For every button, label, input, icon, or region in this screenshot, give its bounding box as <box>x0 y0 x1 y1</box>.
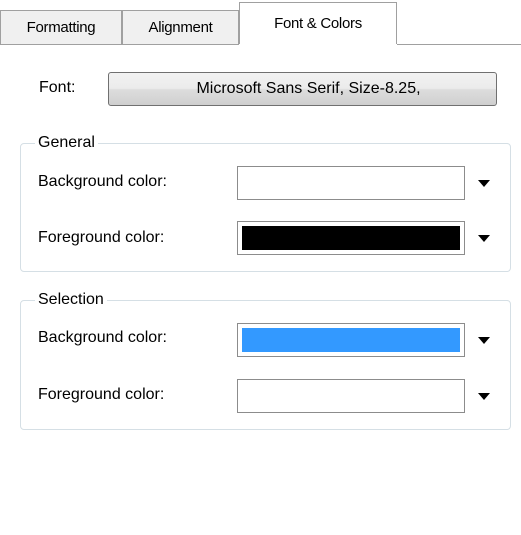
general-group: General Background color: Foreground col… <box>20 133 511 272</box>
general-foreground-color-combo[interactable] <box>237 221 502 255</box>
selection-foreground-color-label: Foreground color: <box>38 386 165 403</box>
tab-font-and-colors[interactable]: Font & Colors <box>239 2 397 45</box>
tab-formatting[interactable]: Formatting <box>0 10 122 44</box>
general-background-color-combo[interactable] <box>237 166 502 200</box>
chevron-down-icon[interactable] <box>471 221 497 255</box>
chevron-down-icon[interactable] <box>471 166 497 200</box>
tab-strip: Formatting Alignment Font & Colors <box>0 0 521 45</box>
selection-foreground-color-swatch <box>242 384 460 408</box>
general-foreground-color-swatch <box>242 226 460 250</box>
general-background-color-label: Background color: <box>38 173 167 190</box>
general-group-title: General <box>35 133 98 153</box>
general-background-color-swatch <box>242 171 460 195</box>
font-picker-button-label: Microsoft Sans Serif, Size-8.25, <box>196 80 421 97</box>
selection-foreground-color-swatch-box[interactable] <box>237 379 465 413</box>
selection-group-title: Selection <box>35 290 107 310</box>
general-foreground-color-swatch-box[interactable] <box>237 221 465 255</box>
font-label: Font: <box>39 79 76 96</box>
selection-foreground-color-combo[interactable] <box>237 379 502 413</box>
font-picker-button[interactable]: Microsoft Sans Serif, Size-8.25, <box>108 72 497 106</box>
general-background-color-swatch-box[interactable] <box>237 166 465 200</box>
font-colors-panel: Font: Microsoft Sans Serif, Size-8.25, G… <box>0 45 521 535</box>
general-foreground-color-label: Foreground color: <box>38 229 165 246</box>
selection-background-color-combo[interactable] <box>237 323 502 357</box>
chevron-down-icon[interactable] <box>471 323 497 357</box>
selection-background-color-label: Background color: <box>38 329 167 346</box>
tab-alignment[interactable]: Alignment <box>122 10 239 44</box>
chevron-down-icon[interactable] <box>471 379 497 413</box>
selection-background-color-swatch <box>242 328 460 352</box>
selection-group: Selection Background color: Foreground c… <box>20 290 511 430</box>
selection-background-color-swatch-box[interactable] <box>237 323 465 357</box>
